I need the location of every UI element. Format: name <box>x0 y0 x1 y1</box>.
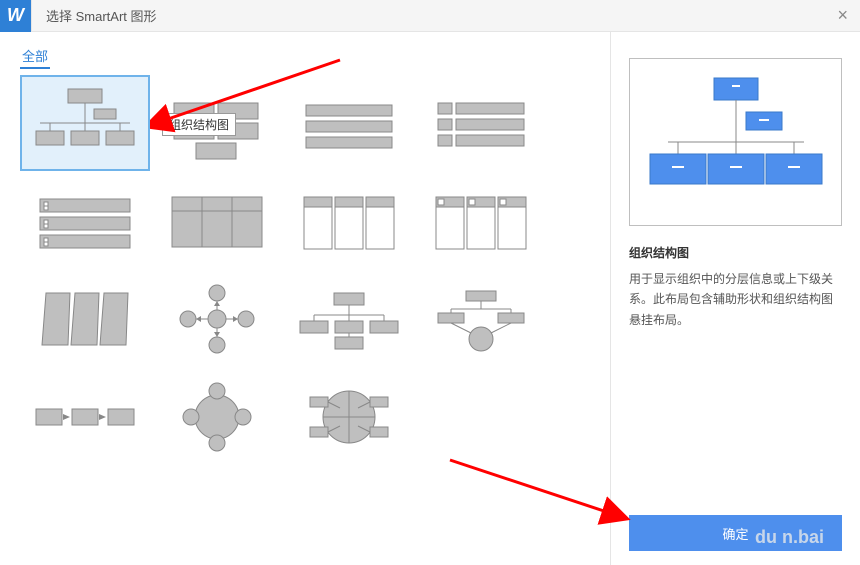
dialog-title: 选择 SmartArt 图形 <box>46 6 157 25</box>
gallery-pane: 全部 <box>0 32 610 565</box>
item-tooltip: 组织结构图 <box>162 113 236 136</box>
smartart-grid <box>20 75 590 465</box>
grid-item-segmented-cycle[interactable] <box>284 369 414 465</box>
close-button[interactable]: × <box>837 5 848 26</box>
category-tabs: 全部 <box>20 46 590 65</box>
preview-image <box>629 58 842 226</box>
grid-item-table-list[interactable] <box>152 173 282 269</box>
titlebar: W 选择 SmartArt 图形 × <box>0 0 860 32</box>
preview-description: 用于显示组织中的分层信息或上下级关系。此布局包含辅助形状和组织结构图悬挂布局。 <box>629 269 842 330</box>
grid-item-balance-hierarchy[interactable] <box>416 271 546 367</box>
grid-item-vertical-picture-list[interactable] <box>416 75 546 171</box>
preview-title: 组织结构图 <box>629 244 842 261</box>
dialog-body: 全部 <box>0 32 860 565</box>
grid-item-horizontal-bullet-list[interactable] <box>284 173 414 269</box>
grid-item-vertical-bullet-list[interactable] <box>20 173 150 269</box>
app-logo: W <box>0 0 32 32</box>
grid-item-diverging-radial[interactable] <box>152 271 282 367</box>
grid-item-org-chart[interactable] <box>20 75 150 171</box>
ok-button[interactable]: 确定 du n.bai <box>629 515 842 551</box>
tab-all[interactable]: 全部 <box>20 46 50 69</box>
watermark: du n.bai <box>755 527 824 548</box>
grid-item-basic-block-list[interactable] <box>284 75 414 171</box>
preview-pane: 组织结构图 用于显示组织中的分层信息或上下级关系。此布局包含辅助形状和组织结构图… <box>610 32 860 565</box>
grid-item-horizontal-hierarchy[interactable] <box>284 271 414 367</box>
grid-item-trapezoid-list[interactable] <box>20 271 150 367</box>
grid-item-picture-caption-list[interactable] <box>416 173 546 269</box>
ok-button-label: 确定 <box>722 524 748 543</box>
grid-item-basic-process[interactable] <box>20 369 150 465</box>
grid-item-radial-cycle[interactable] <box>152 369 282 465</box>
